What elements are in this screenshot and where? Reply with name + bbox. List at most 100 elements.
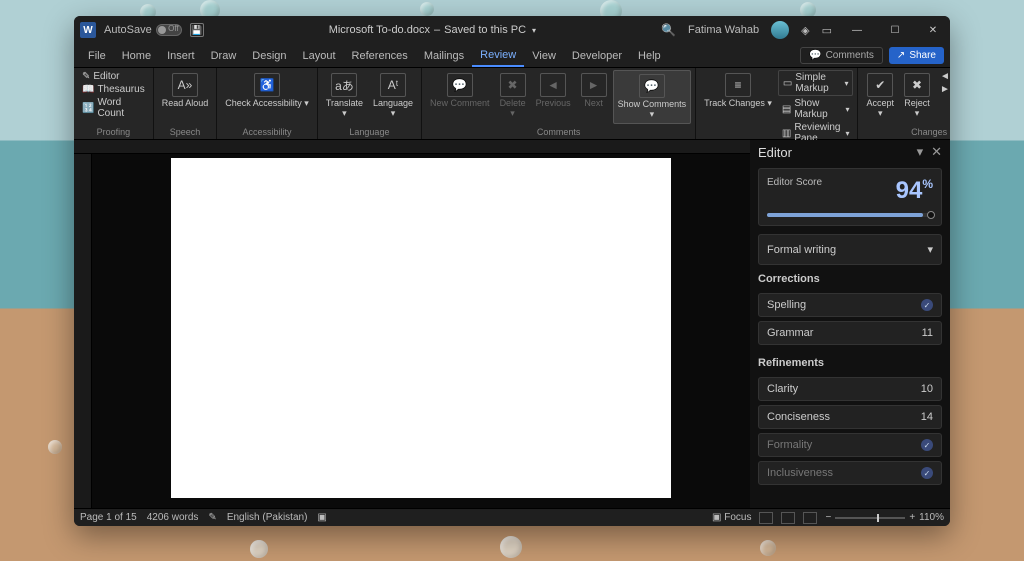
printlayout-icon[interactable] bbox=[781, 512, 795, 524]
tab-review[interactable]: Review bbox=[472, 45, 524, 67]
nextchange-icon: ► bbox=[940, 84, 950, 95]
inclusiveness-row[interactable]: Inclusiveness✓ bbox=[758, 461, 942, 485]
tab-file[interactable]: File bbox=[80, 46, 114, 66]
maximize-button[interactable]: ☐ bbox=[882, 16, 908, 44]
formality-row[interactable]: Formality✓ bbox=[758, 433, 942, 457]
word-app-icon: W bbox=[80, 22, 96, 38]
grammar-row[interactable]: Grammar11 bbox=[758, 321, 942, 345]
pane-close-icon[interactable]: ✕ bbox=[931, 144, 942, 160]
focus-mode-button[interactable]: ▣ Focus bbox=[712, 512, 751, 523]
editor-button[interactable]: ✎Editor bbox=[78, 70, 124, 83]
page-indicator[interactable]: Page 1 of 15 bbox=[80, 512, 137, 523]
language-icon: Aᵗ bbox=[380, 73, 406, 97]
prevcomment-icon: ◄ bbox=[540, 73, 566, 97]
showmarkup-icon: ▤ bbox=[782, 104, 791, 115]
horizontal-ruler[interactable] bbox=[74, 140, 750, 154]
score-label: Editor Score bbox=[767, 177, 822, 188]
track-changes-button[interactable]: ≡Track Changes ▾ bbox=[700, 70, 776, 112]
share-button[interactable]: ↗Share bbox=[889, 47, 944, 64]
save-icon[interactable]: 💾 bbox=[190, 23, 204, 37]
spellcheck-icon[interactable]: ✎ bbox=[208, 512, 216, 523]
word-count[interactable]: 4206 words bbox=[147, 512, 199, 523]
search-icon[interactable]: 🔍 bbox=[661, 23, 676, 37]
tab-draw[interactable]: Draw bbox=[203, 46, 245, 66]
check-icon: ✓ bbox=[921, 439, 933, 451]
score-bar bbox=[767, 213, 933, 217]
tab-developer[interactable]: Developer bbox=[564, 46, 630, 66]
check-icon: ✓ bbox=[921, 299, 933, 311]
read-aloud-button[interactable]: A»Read Aloud bbox=[158, 70, 213, 112]
language-indicator[interactable]: English (Pakistan) bbox=[227, 512, 308, 523]
group-accessibility: Accessibility bbox=[243, 127, 292, 137]
page-viewport[interactable] bbox=[92, 154, 750, 508]
prev-change-button[interactable]: ◄Previous bbox=[936, 70, 950, 83]
wordcount-icon: 🔢 bbox=[82, 103, 94, 114]
macros-icon[interactable]: ▣ bbox=[317, 512, 326, 523]
tab-home[interactable]: Home bbox=[114, 46, 159, 66]
close-button[interactable]: ✕ bbox=[920, 16, 946, 44]
vertical-ruler[interactable] bbox=[74, 154, 92, 508]
show-markup-button[interactable]: ▤Show Markup▾ bbox=[778, 97, 854, 121]
chevron-down-icon[interactable]: ▾ bbox=[532, 26, 536, 35]
minimize-button[interactable]: — bbox=[844, 16, 870, 44]
tab-insert[interactable]: Insert bbox=[159, 46, 203, 66]
conciseness-row[interactable]: Conciseness14 bbox=[758, 405, 942, 429]
thesaurus-button[interactable]: 📖Thesaurus bbox=[78, 83, 149, 96]
user-name: Fatima Wahab bbox=[688, 24, 759, 36]
tab-view[interactable]: View bbox=[524, 46, 564, 66]
share-icon: ↗ bbox=[897, 50, 905, 61]
zoom-slider[interactable]: − + 110% bbox=[825, 512, 944, 523]
translate-icon: aあ bbox=[331, 73, 357, 97]
diamond-icon[interactable]: ◈ bbox=[801, 24, 809, 37]
toggle-off-icon[interactable]: Off bbox=[156, 24, 182, 36]
check-accessibility-button[interactable]: ♿Check Accessibility ▾ bbox=[221, 70, 313, 112]
spelling-row[interactable]: Spelling✓ bbox=[758, 293, 942, 317]
clarity-row[interactable]: Clarity10 bbox=[758, 377, 942, 401]
ribbon-options-icon[interactable]: ▭ bbox=[822, 24, 832, 37]
pane-options-icon[interactable]: ▾ bbox=[917, 144, 924, 160]
comment-icon: 💬 bbox=[809, 50, 821, 61]
editor-pane: Editor ▾ ✕ Editor Score 94% Formal writi… bbox=[750, 140, 950, 508]
show-comments-button[interactable]: 💬Show Comments▾ bbox=[613, 70, 692, 124]
prevchange-icon: ◄ bbox=[940, 71, 950, 82]
tab-references[interactable]: References bbox=[344, 46, 416, 66]
tab-design[interactable]: Design bbox=[244, 46, 294, 66]
next-comment-button: ►Next bbox=[577, 70, 611, 112]
group-proofing: Proofing bbox=[97, 127, 131, 137]
translate-button[interactable]: aあTranslate▾ bbox=[322, 70, 367, 122]
writing-style-select[interactable]: Formal writing ▾ bbox=[758, 234, 942, 265]
showcomments-icon: 💬 bbox=[639, 74, 665, 98]
user-avatar[interactable] bbox=[771, 21, 789, 39]
prev-comment-button: ◄Previous bbox=[532, 70, 575, 112]
reject-button[interactable]: ✖Reject▾ bbox=[900, 70, 934, 122]
next-change-button[interactable]: ►Next bbox=[936, 83, 950, 96]
app-window: W AutoSave Off 💾 Microsoft To-do.docx – … bbox=[74, 16, 950, 526]
group-comments: Comments bbox=[537, 127, 581, 137]
markup-select[interactable]: ▭Simple Markup▾ bbox=[778, 70, 854, 96]
readaloud-icon: A» bbox=[172, 73, 198, 97]
wordcount-button[interactable]: 🔢Word Count bbox=[78, 96, 149, 120]
tab-mailings[interactable]: Mailings bbox=[416, 46, 472, 66]
chevron-down-icon: ▾ bbox=[927, 243, 933, 256]
zoom-out-icon[interactable]: − bbox=[825, 512, 831, 523]
content-area: Editor ▾ ✕ Editor Score 94% Formal writi… bbox=[74, 140, 950, 508]
editor-score-card[interactable]: Editor Score 94% bbox=[758, 168, 942, 226]
tab-help[interactable]: Help bbox=[630, 46, 669, 66]
zoom-level[interactable]: 110% bbox=[919, 512, 944, 523]
autosave-toggle[interactable]: AutoSave Off bbox=[104, 24, 182, 36]
document-page[interactable] bbox=[171, 158, 671, 498]
document-title: Microsoft To-do.docx – Saved to this PC … bbox=[204, 24, 661, 36]
comments-button[interactable]: 💬Comments bbox=[800, 47, 883, 64]
group-language: Language bbox=[349, 127, 389, 137]
ribbon-tabs: File Home Insert Draw Design Layout Refe… bbox=[74, 44, 950, 68]
tab-layout[interactable]: Layout bbox=[295, 46, 344, 66]
ribbon: ✎Editor 📖Thesaurus 🔢Word Count Proofing … bbox=[74, 68, 950, 140]
weblayout-icon[interactable] bbox=[803, 512, 817, 524]
zoom-in-icon[interactable]: + bbox=[909, 512, 915, 523]
thesaurus-icon: 📖 bbox=[82, 84, 94, 95]
accessibility-icon: ♿ bbox=[254, 73, 280, 97]
readmode-icon[interactable] bbox=[759, 512, 773, 524]
group-speech: Speech bbox=[170, 127, 201, 137]
language-button[interactable]: AᵗLanguage▾ bbox=[369, 70, 417, 122]
accept-button[interactable]: ✔Accept▾ bbox=[862, 70, 898, 122]
